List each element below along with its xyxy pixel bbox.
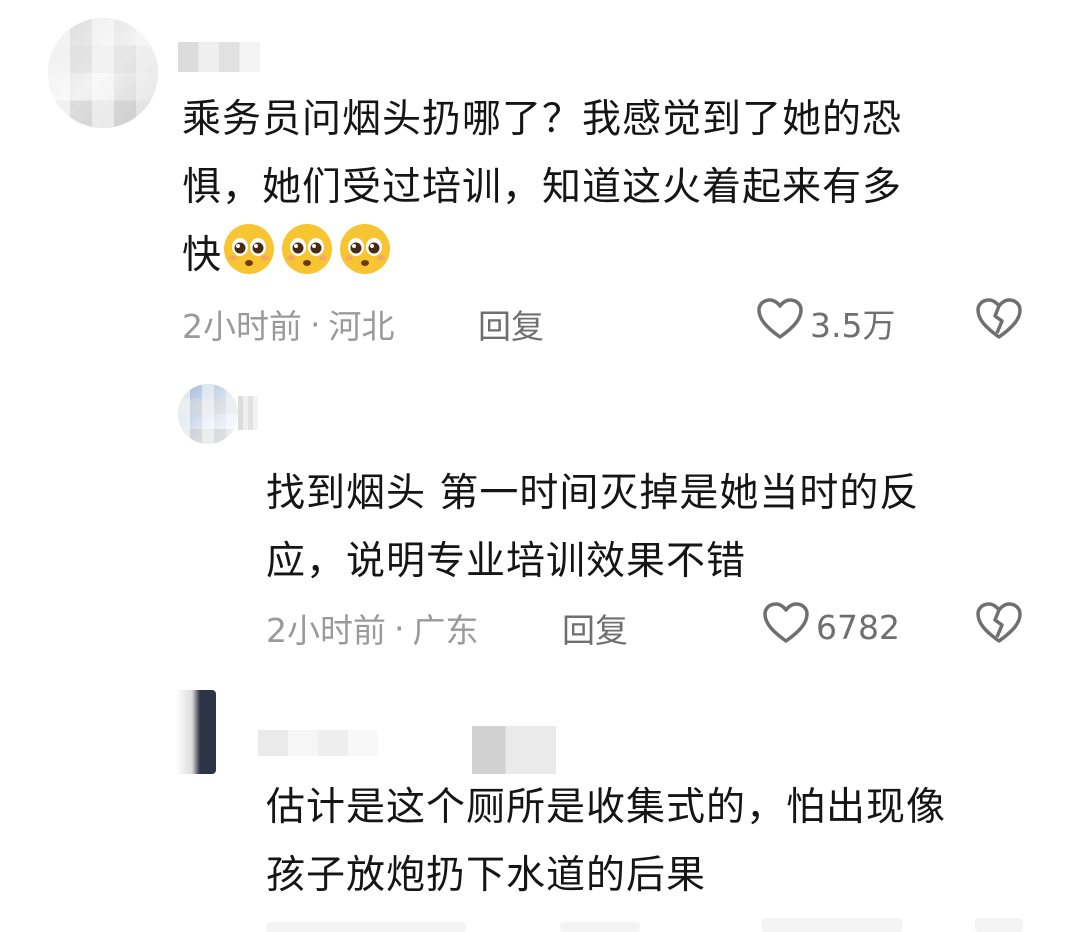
comment-text: 找到烟头 第一时间灭掉是她当时的反 应，说明专业培训效果不错: [266, 471, 920, 584]
pleading-face-icon: [338, 224, 396, 278]
heart-icon: [762, 601, 816, 653]
avatar[interactable]: [178, 384, 238, 444]
pleading-face-icon: [222, 224, 280, 278]
comment-meta-cutoff: [0, 912, 1080, 932]
location: 广东: [412, 611, 479, 650]
like-button[interactable]: 3.5万: [756, 297, 895, 349]
heart-icon: [756, 297, 810, 349]
username-blurred[interactable]: [258, 730, 378, 756]
meta-separator: ·: [310, 304, 321, 344]
avatar[interactable]: [48, 18, 158, 128]
comment-item: 找到烟头 第一时间灭掉是她当时的反 应，说明专业培训效果不错 2小时前 · 广东…: [0, 360, 1080, 670]
username-blurred[interactable]: [178, 42, 260, 72]
like-count: 3.5万: [810, 306, 896, 345]
location: 河北: [328, 307, 395, 346]
timestamp: 2小时前: [266, 611, 386, 650]
avatar[interactable]: [176, 690, 216, 774]
meta-separator: ·: [394, 608, 405, 648]
pleading-face-icon: [280, 224, 338, 278]
comment-meta: 2小时前 · 河北: [182, 300, 395, 348]
like-button[interactable]: 6782: [762, 601, 900, 653]
broken-heart-icon[interactable]: [975, 601, 1023, 649]
broken-heart-icon[interactable]: [975, 297, 1023, 345]
reply-button[interactable]: 回复: [562, 604, 628, 652]
comment-meta: 2小时前 · 广东: [266, 604, 479, 652]
comment-text: 乘务员问烟头扔哪了？我感觉到了她的恐 惧，她们受过培训，知道这火着起来有多 快: [182, 97, 903, 278]
username-blurred[interactable]: [238, 396, 258, 430]
username-blurred[interactable]: [472, 726, 556, 774]
timestamp: 2小时前: [182, 307, 302, 346]
reply-button[interactable]: 回复: [478, 300, 544, 348]
comment-text: 估计是这个厕所是收集式的，怕出现像 孩子放炮扔下水道的后果: [266, 785, 947, 898]
like-count: 6782: [816, 607, 900, 647]
comment-item: 估计是这个厕所是收集式的，怕出现像 孩子放炮扔下水道的后果: [0, 670, 1080, 932]
comment-item: 乘务员问烟头扔哪了？我感觉到了她的恐 惧，她们受过培训，知道这火着起来有多 快 …: [0, 0, 1080, 360]
